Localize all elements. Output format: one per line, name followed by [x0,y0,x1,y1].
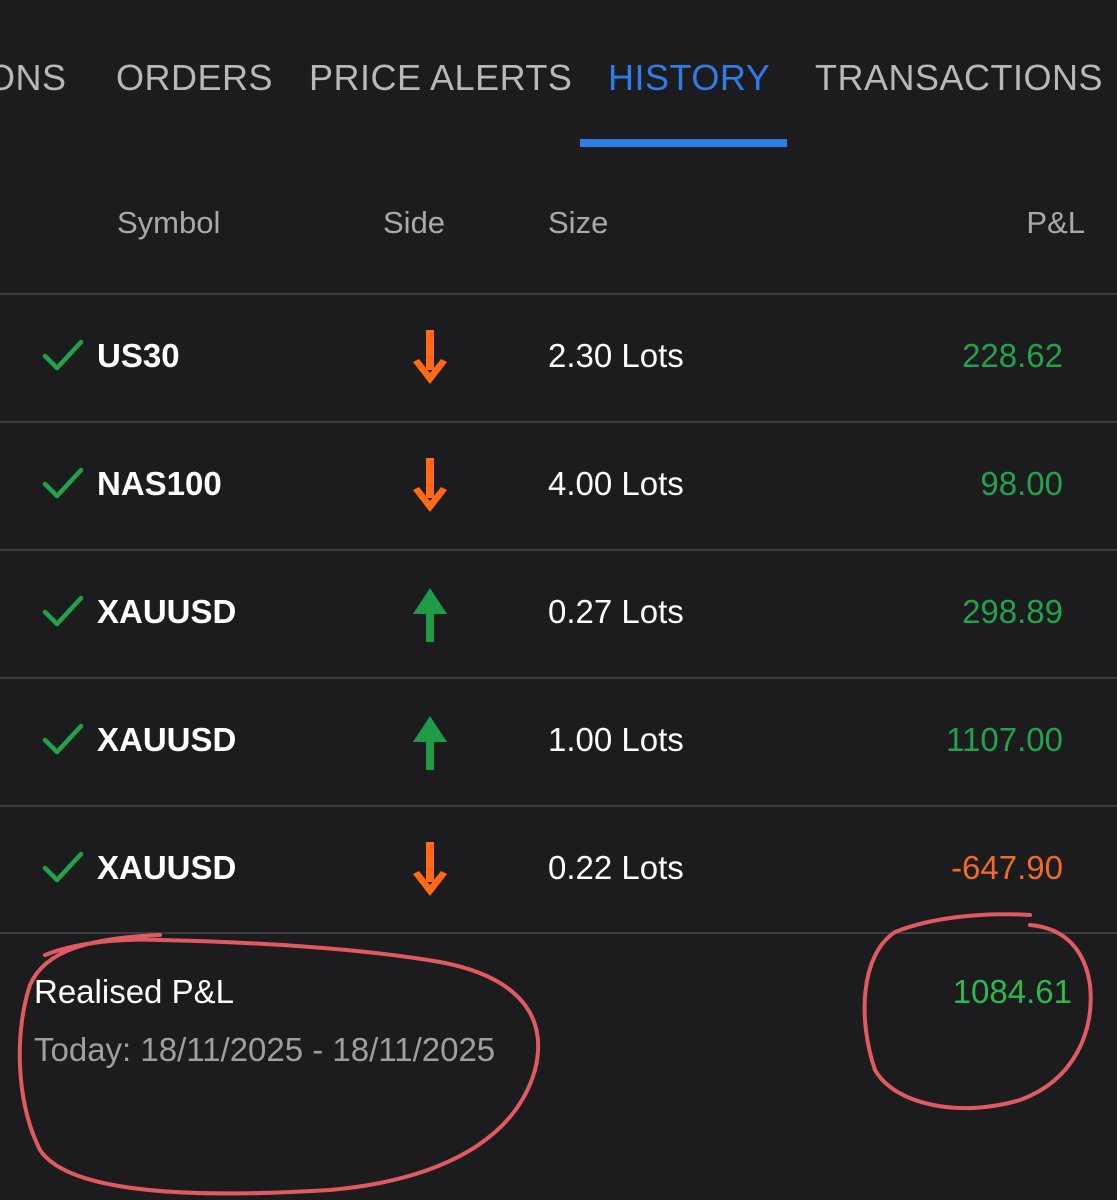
column-header-symbol: Symbol [117,205,221,240]
tab-bar: ONS ORDERS PRICE ALERTS HISTORY TRANSACT… [0,0,1117,150]
trade-pnl: 298.89 [962,593,1063,630]
active-tab-indicator [580,139,787,147]
trade-size: 0.27 Lots [548,593,684,630]
column-header-pnl: P&L [1026,205,1085,240]
trade-size: 4.00 Lots [548,465,684,502]
trade-pnl: 1107.00 [946,721,1063,758]
check-icon [42,851,84,883]
realised-pnl-date-range: Today: 18/11/2025 - 18/11/2025 [34,1031,496,1068]
tab-positions[interactable]: ONS [0,56,67,100]
trade-size: 2.30 Lots [548,337,684,374]
arrow-down-icon [413,458,447,512]
arrow-up-icon [413,588,447,642]
check-icon [42,339,84,371]
trade-symbol: XAUUSD [97,849,237,886]
trade-symbol: XAUUSD [97,721,237,758]
trade-row[interactable]: US30 2.30 Lots 228.62 [0,295,1117,421]
column-header-side: Side [383,205,446,240]
trade-pnl: 98.00 [980,465,1063,502]
trade-row[interactable]: XAUUSD 1.00 Lots 1107.00 [0,679,1117,805]
realised-pnl-value: 1084.61 [952,973,1072,1010]
check-icon [42,467,84,499]
trade-symbol: XAUUSD [97,593,237,630]
trade-pnl: -647.90 [951,849,1063,886]
check-icon [42,595,84,627]
realised-pnl-label: Realised P&L [34,973,234,1010]
tab-history[interactable]: HISTORY [608,56,770,100]
trade-row[interactable]: XAUUSD 0.22 Lots -647.90 [0,807,1117,933]
arrow-down-icon [413,842,447,896]
trade-symbol: NAS100 [97,465,222,502]
row-divider [0,932,1117,934]
tab-transactions[interactable]: TRANSACTIONS [815,56,1103,100]
trade-pnl: 228.62 [962,337,1063,374]
trade-row[interactable]: XAUUSD 0.27 Lots 298.89 [0,551,1117,677]
arrow-up-icon [413,716,447,770]
trade-symbol: US30 [97,337,180,374]
column-header-size: Size [548,205,609,240]
check-icon [42,723,84,755]
tab-price-alerts[interactable]: PRICE ALERTS [309,56,572,100]
tab-orders[interactable]: ORDERS [116,56,273,100]
trade-row[interactable]: NAS100 4.00 Lots 98.00 [0,423,1117,549]
arrow-down-icon [413,330,447,384]
trade-size: 0.22 Lots [548,849,684,886]
trade-size: 1.00 Lots [548,721,684,758]
